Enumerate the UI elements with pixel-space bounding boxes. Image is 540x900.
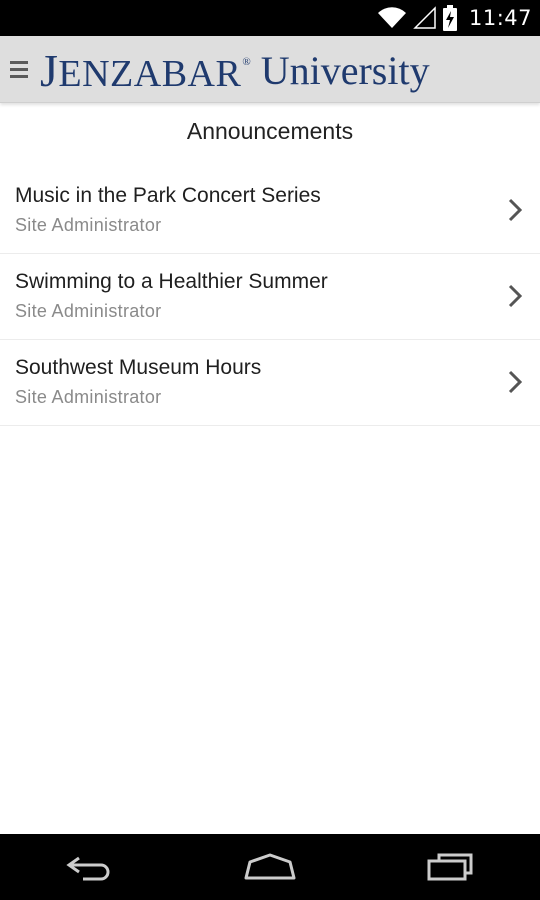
chevron-right-icon	[508, 198, 522, 222]
brand-suffix: University	[260, 47, 430, 93]
status-bar: 11:47	[0, 0, 540, 36]
recent-apps-button[interactable]	[405, 834, 495, 900]
back-icon	[66, 856, 110, 881]
signal-icon	[413, 6, 436, 29]
item-title: Music in the Park Concert Series	[15, 184, 321, 207]
item-author: Site Administrator	[15, 387, 162, 407]
brand-initial: J	[40, 44, 59, 96]
item-title: Swimming to a Healthier Summer	[15, 270, 328, 293]
announcement-list: Music in the Park Concert Series Site Ad…	[0, 168, 540, 426]
wifi-icon	[377, 7, 406, 29]
status-time: 11:47	[468, 6, 532, 30]
nav-bar	[0, 834, 540, 900]
item-title: Southwest Museum Hours	[15, 356, 262, 379]
item-author: Site Administrator	[15, 215, 162, 235]
list-item[interactable]: Swimming to a Healthier Summer Site Admi…	[0, 254, 540, 340]
brand-name-rest: ENZABAR	[58, 52, 242, 95]
chevron-right-icon	[508, 370, 522, 394]
chevron-right-icon	[508, 284, 522, 308]
home-icon	[244, 853, 296, 880]
home-button[interactable]	[225, 834, 315, 900]
recent-apps-icon	[427, 853, 473, 881]
hamburger-menu-icon	[10, 60, 28, 78]
brand-registered-mark: ®	[242, 56, 251, 68]
brand-logo: JENZABAR ® University	[40, 42, 430, 98]
page-title: Announcements	[186, 118, 354, 144]
battery-charging-icon	[442, 5, 457, 31]
list-item[interactable]: Southwest Museum Hours Site Administrato…	[0, 340, 540, 426]
app-header: JENZABAR ® University	[0, 36, 540, 103]
back-button[interactable]	[45, 834, 135, 900]
item-author: Site Administrator	[15, 301, 162, 321]
list-item[interactable]: Music in the Park Concert Series Site Ad…	[0, 168, 540, 254]
brand-name: JENZABAR	[40, 44, 241, 97]
menu-button[interactable]	[0, 36, 32, 102]
status-icons: 11:47	[377, 0, 532, 36]
